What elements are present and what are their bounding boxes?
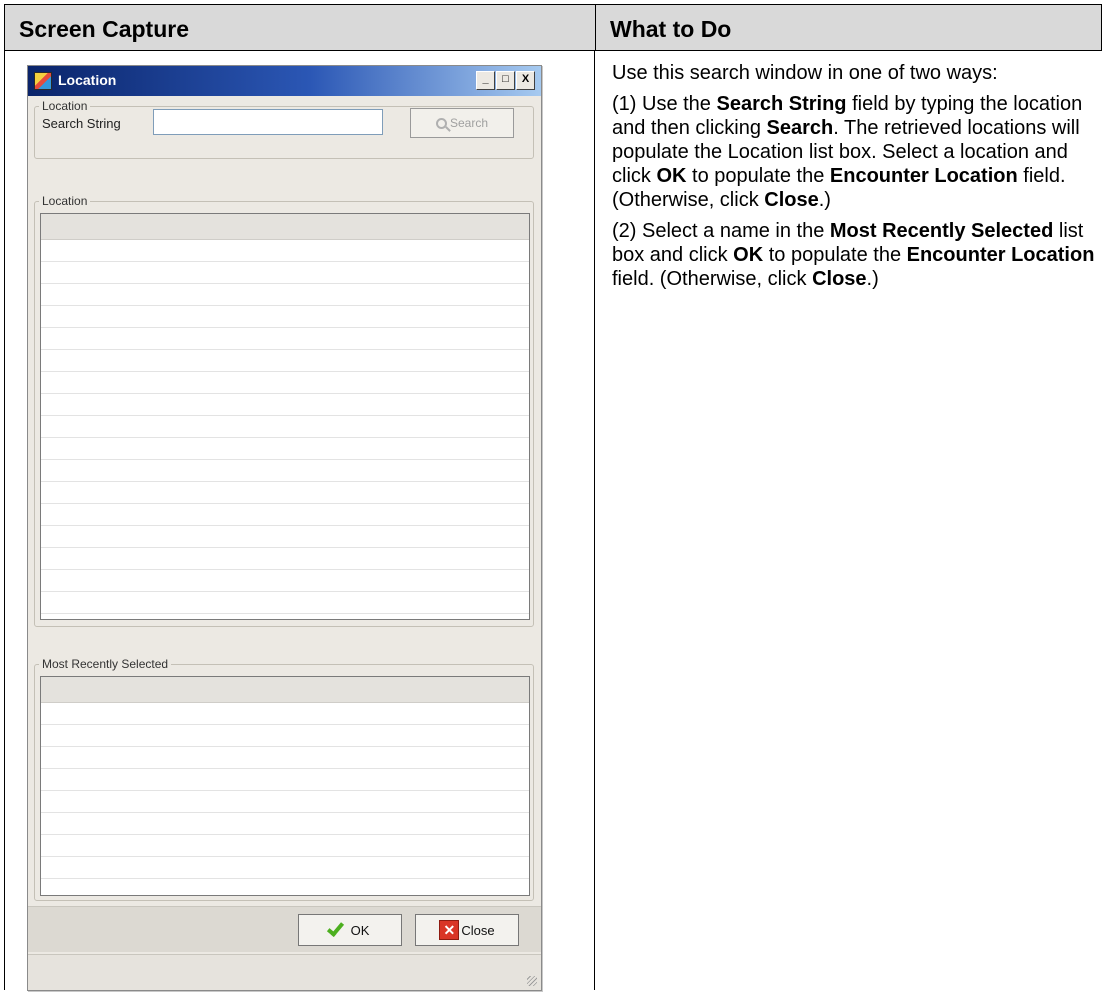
list-item[interactable]	[41, 394, 529, 416]
dialog-title: Location	[58, 72, 117, 88]
text-run: to populate the	[763, 244, 907, 266]
search-group-label: Location	[39, 99, 91, 113]
instructions-intro: Use this search window in one of two way…	[612, 62, 998, 84]
ok-button-label: OK	[350, 922, 370, 938]
header-screen-capture: Screen Capture	[19, 16, 190, 42]
bold-term: Encounter Location	[829, 165, 1018, 187]
status-bar	[28, 954, 541, 990]
bold-term: OK	[733, 244, 764, 266]
close-button[interactable]: ✕ Close	[415, 914, 519, 946]
close-icon: ✕	[439, 920, 460, 940]
list-item[interactable]	[41, 328, 529, 350]
list-item[interactable]	[41, 416, 529, 438]
app-icon	[34, 72, 52, 90]
close-button-label: Close	[461, 922, 495, 938]
ok-button[interactable]: OK	[298, 914, 402, 946]
search-button[interactable]: Search	[410, 108, 514, 138]
location-group-label: Location	[39, 194, 91, 208]
bold-term: Close	[812, 268, 867, 290]
bold-term: Search String	[716, 93, 847, 115]
table-column-divider	[594, 50, 595, 990]
text-run: .)	[866, 268, 879, 290]
list-item[interactable]	[41, 769, 529, 791]
list-item[interactable]	[41, 791, 529, 813]
list-item[interactable]	[41, 460, 529, 482]
table-header-row: Screen Capture What to Do	[4, 4, 1102, 51]
search-button-label: Search	[449, 116, 489, 130]
text-run: field. (Otherwise, click	[612, 268, 813, 290]
list-item[interactable]	[41, 526, 529, 548]
magnifier-icon	[435, 117, 447, 129]
list-item[interactable]	[41, 703, 529, 725]
text-run: .)	[818, 189, 831, 211]
list-item[interactable]	[41, 570, 529, 592]
text-run: to populate the	[686, 165, 830, 187]
recent-listbox[interactable]	[40, 676, 530, 896]
button-bar: OK ✕ Close	[28, 906, 541, 952]
dialog-titlebar[interactable]: Location _ □ X	[28, 66, 541, 96]
bold-term: Encounter Location	[906, 244, 1095, 266]
resize-grip-icon[interactable]	[527, 976, 537, 986]
recent-group-label: Most Recently Selected	[39, 657, 172, 671]
list-header	[41, 677, 529, 703]
list-header	[41, 214, 529, 240]
bold-term: Most Recently Selected	[829, 220, 1054, 242]
location-dialog: Location _ □ X Location Search String Se…	[27, 65, 542, 991]
text-run: (1) Use the	[612, 93, 717, 115]
list-item[interactable]	[41, 725, 529, 747]
header-what-to-do: What to Do	[595, 5, 1101, 50]
checkmark-icon	[326, 918, 344, 937]
instructions-step-1: (1) Use the Search String field by typin…	[612, 92, 1100, 212]
list-item[interactable]	[41, 504, 529, 526]
bold-term: Close	[764, 189, 819, 211]
list-item[interactable]	[41, 857, 529, 879]
instructions-cell: Use this search window in one of two way…	[612, 61, 1100, 298]
table-left-border	[4, 50, 5, 990]
list-item[interactable]	[41, 372, 529, 394]
list-item[interactable]	[41, 813, 529, 835]
maximize-button[interactable]: □	[496, 71, 515, 90]
list-item[interactable]	[41, 350, 529, 372]
location-listbox[interactable]	[40, 213, 530, 620]
list-item[interactable]	[41, 284, 529, 306]
list-item[interactable]	[41, 482, 529, 504]
document-table: Screen Capture What to Do Location _ □ X…	[4, 4, 1102, 991]
list-item[interactable]	[41, 548, 529, 570]
close-window-button[interactable]: X	[516, 71, 535, 90]
window-controls: _ □ X	[476, 71, 535, 91]
search-string-label: Search String	[42, 116, 121, 131]
minimize-button[interactable]: _	[476, 71, 495, 90]
bold-term: OK	[656, 165, 687, 187]
list-item[interactable]	[41, 262, 529, 284]
list-item[interactable]	[41, 747, 529, 769]
list-item[interactable]	[41, 306, 529, 328]
list-item[interactable]	[41, 592, 529, 614]
text-run: (2) Select a name in the	[612, 220, 830, 242]
search-string-input[interactable]	[153, 109, 383, 135]
bold-term: Search	[766, 117, 834, 139]
list-item[interactable]	[41, 240, 529, 262]
list-item[interactable]	[41, 438, 529, 460]
list-item[interactable]	[41, 835, 529, 857]
instructions-step-2: (2) Select a name in the Most Recently S…	[612, 219, 1100, 291]
